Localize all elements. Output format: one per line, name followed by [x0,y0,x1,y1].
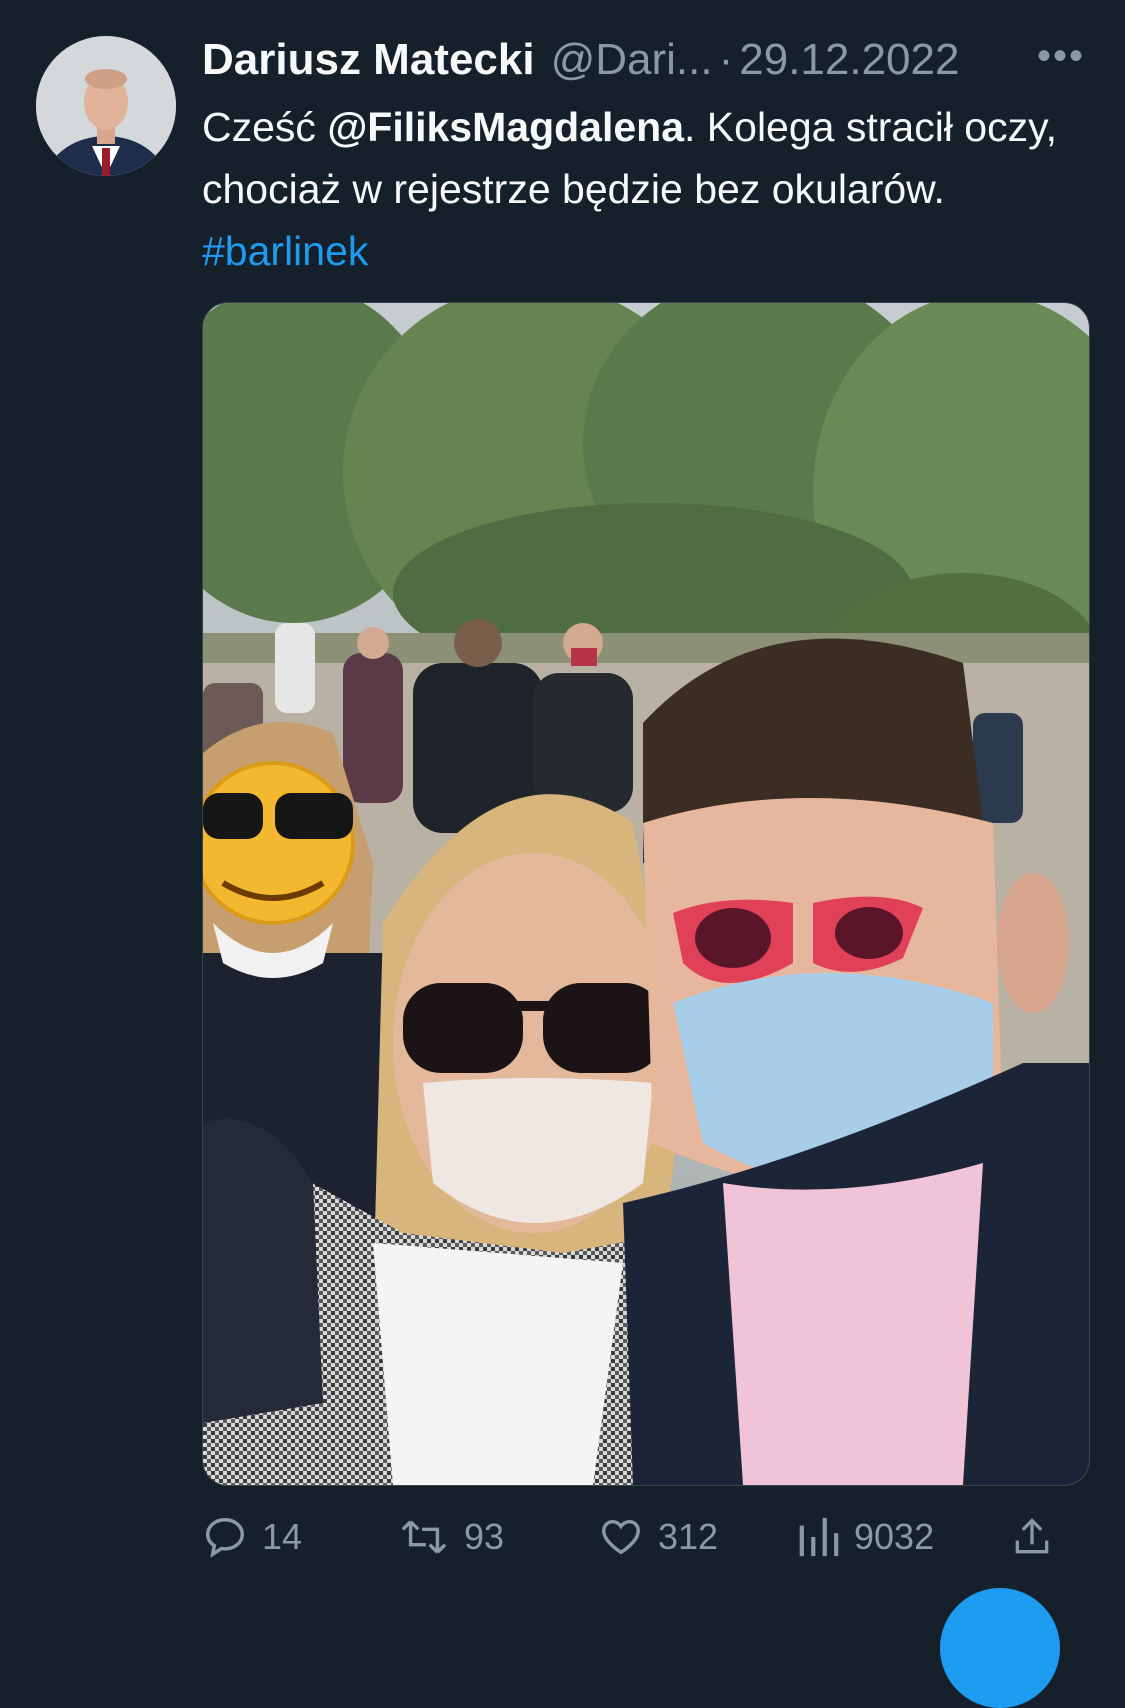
meta-separator: · [718,35,734,84]
more-dots-icon[interactable]: ••• [1037,34,1085,79]
views-button[interactable]: 9032 [798,1508,934,1566]
author-avatar[interactable] [36,36,176,176]
views-bar-chart-icon [799,1517,839,1557]
compose-tweet-button[interactable] [940,1588,1060,1708]
tweet-header: Dariusz Matecki @Dari... · 29.12.2022 ••… [202,30,1085,90]
retweet-button[interactable]: 93 [398,1508,504,1566]
tweet-date[interactable]: 29.12.2022 [739,35,959,85]
retweet-count: 93 [464,1516,505,1557]
like-button[interactable]: 312 [598,1508,718,1566]
mention-link[interactable]: @FiliksMagdalena [327,104,684,150]
tweet-text: Cześć @FiliksMagdalena. Kolega stracił o… [202,96,1082,282]
share-upload-icon [1015,1518,1049,1554]
action-bar: 14 93 312 9032 [202,1508,1088,1566]
reply-icon [206,1518,244,1558]
hashtag-link[interactable]: #barlinek [202,228,368,274]
heart-icon [602,1519,640,1555]
reply-button[interactable]: 14 [202,1508,302,1566]
reply-count: 14 [262,1516,303,1557]
view-count: 9032 [854,1516,935,1557]
text-prefix: Cześć [202,104,328,150]
retweet-icon [401,1520,447,1554]
author-name[interactable]: Dariusz Matecki [202,35,535,85]
like-count: 312 [658,1516,719,1557]
author-handle[interactable]: @Dari... [551,35,713,85]
tweet-photo[interactable] [202,302,1090,1486]
share-button[interactable] [1010,1508,1068,1566]
